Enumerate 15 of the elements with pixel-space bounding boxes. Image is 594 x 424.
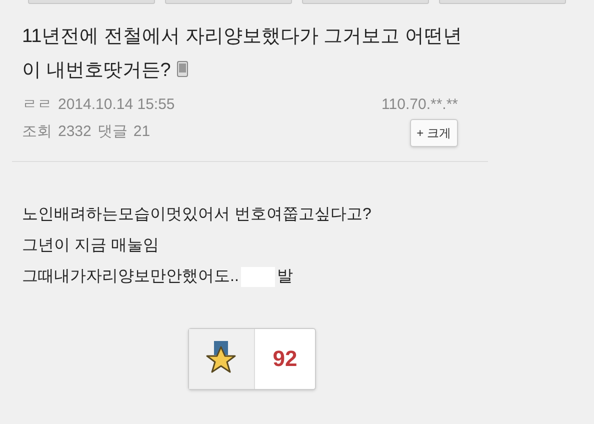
comments-count: 21: [133, 122, 150, 142]
body-text: 노인배려하는모습이멋있어서 번호여쭙고싶다고?: [22, 204, 372, 224]
post-title: 11년전에 전철에서 자리양보했다가 그거보고 어떤년이 내번호땃거든?: [22, 25, 463, 83]
enlarge-button[interactable]: + 크게: [410, 118, 458, 146]
views-label: 조회: [22, 122, 52, 142]
recommend-button[interactable]: 92: [188, 328, 316, 390]
recommend-count: 92: [272, 345, 298, 373]
author-name: ㄹㄹ: [22, 95, 52, 115]
body-text: 발: [276, 266, 293, 286]
comments-label: 댓글: [97, 122, 128, 142]
body-text: 그때내가자리양보만안했어도..: [22, 266, 239, 286]
body-text: 그년이 지금 매눌임: [22, 236, 159, 256]
views-count: 2332: [58, 122, 92, 142]
post-date: 2014.10.14 15:55: [58, 95, 175, 115]
ip-address: 110.70.**.**: [382, 95, 458, 115]
